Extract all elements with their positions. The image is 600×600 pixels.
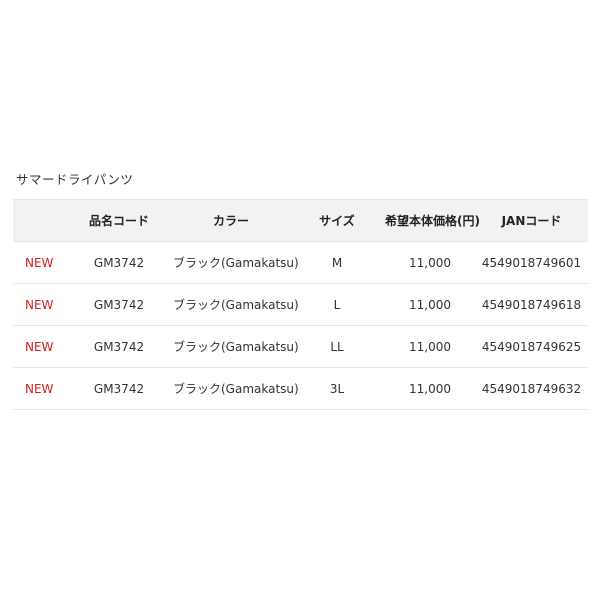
product-code-cell: GM3742 [65,325,173,368]
price-cell: 11,000 [385,283,475,326]
new-badge: NEW [13,241,65,284]
header-size: サイズ [289,199,385,242]
price-cell: 11,000 [385,367,475,410]
table-row: NEW GM3742 ブラック(Gamakatsu) LL 11,000 454… [13,325,588,368]
product-code-cell: GM3742 [65,283,173,326]
product-code-cell: GM3742 [65,367,173,410]
size-cell: 3L [289,367,385,410]
new-badge: NEW [13,367,65,410]
table-header-row: 品名コード カラー サイズ 希望本体価格(円) JANコード [13,199,588,242]
table-row: NEW GM3742 ブラック(Gamakatsu) M 11,000 4549… [13,241,588,284]
table-row: NEW GM3742 ブラック(Gamakatsu) L 11,000 4549… [13,283,588,326]
jan-code-cell: 4549018749632 [475,367,588,410]
jan-code-cell: 4549018749601 [475,241,588,284]
color-cell: ブラック(Gamakatsu) [173,283,299,326]
header-jan-code: JANコード [475,199,588,242]
price-cell: 11,000 [385,325,475,368]
product-code-cell: GM3742 [65,241,173,284]
header-product-code: 品名コード [65,199,173,242]
new-badge: NEW [13,283,65,326]
spec-table: 品名コード カラー サイズ 希望本体価格(円) JANコード NEW GM374… [13,199,588,410]
color-cell: ブラック(Gamakatsu) [173,367,299,410]
product-title: サマードライパンツ [16,172,134,187]
header-price: 希望本体価格(円) [385,199,480,242]
new-badge: NEW [13,325,65,368]
size-cell: L [289,283,385,326]
header-color: カラー [173,199,289,242]
price-cell: 11,000 [385,241,475,284]
color-cell: ブラック(Gamakatsu) [173,241,299,284]
size-cell: M [289,241,385,284]
size-cell: LL [289,325,385,368]
jan-code-cell: 4549018749625 [475,325,588,368]
table-row: NEW GM3742 ブラック(Gamakatsu) 3L 11,000 454… [13,367,588,410]
color-cell: ブラック(Gamakatsu) [173,325,299,368]
header-badge [13,199,65,242]
jan-code-cell: 4549018749618 [475,283,588,326]
